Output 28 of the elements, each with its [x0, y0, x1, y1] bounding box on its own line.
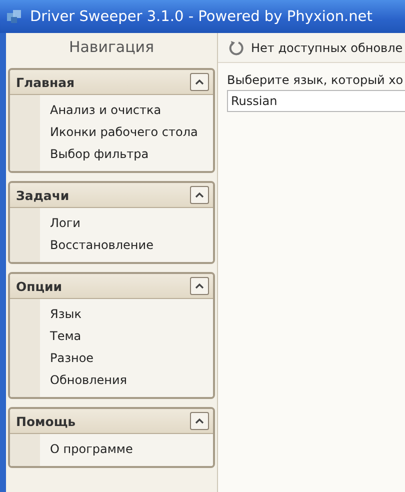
- nav-link[interactable]: Иконки рабочего стола: [50, 121, 213, 143]
- nav-link[interactable]: Тема: [50, 325, 213, 347]
- chevron-up-icon: [195, 283, 204, 289]
- status-text: Нет доступных обновле: [251, 40, 403, 54]
- chevron-up-icon: [195, 79, 204, 85]
- group-title: Главная: [16, 74, 75, 90]
- navigation-title: Навигация: [68, 37, 156, 58]
- collapse-button[interactable]: [190, 73, 209, 91]
- nav-link[interactable]: Разное: [50, 347, 213, 369]
- nav-link[interactable]: Обновления: [50, 369, 213, 391]
- window-title: Driver Sweeper 3.1.0 - Powered by Phyxion.net: [30, 8, 372, 24]
- nav-link[interactable]: Выбор фильтра: [50, 143, 213, 165]
- language-field[interactable]: Russian: [227, 90, 405, 112]
- nav-link[interactable]: Восстановление: [50, 234, 213, 256]
- app-icon: [6, 8, 24, 26]
- chevron-up-icon: [195, 192, 204, 198]
- group-title: Задачи: [16, 188, 70, 202]
- group-title: Опции: [16, 278, 62, 294]
- collapse-button[interactable]: [190, 412, 209, 430]
- collapse-button[interactable]: [190, 277, 209, 295]
- chevron-up-icon: [195, 418, 204, 424]
- nav-link[interactable]: Анализ и очистка: [50, 99, 213, 121]
- language-label: Выберите язык, который хо: [227, 73, 404, 87]
- refresh-icon: [228, 40, 244, 56]
- collapse-button[interactable]: [190, 186, 209, 204]
- group-title: Помощь: [16, 414, 76, 428]
- nav-link[interactable]: Логи: [50, 212, 213, 234]
- nav-link[interactable]: Язык: [50, 303, 213, 325]
